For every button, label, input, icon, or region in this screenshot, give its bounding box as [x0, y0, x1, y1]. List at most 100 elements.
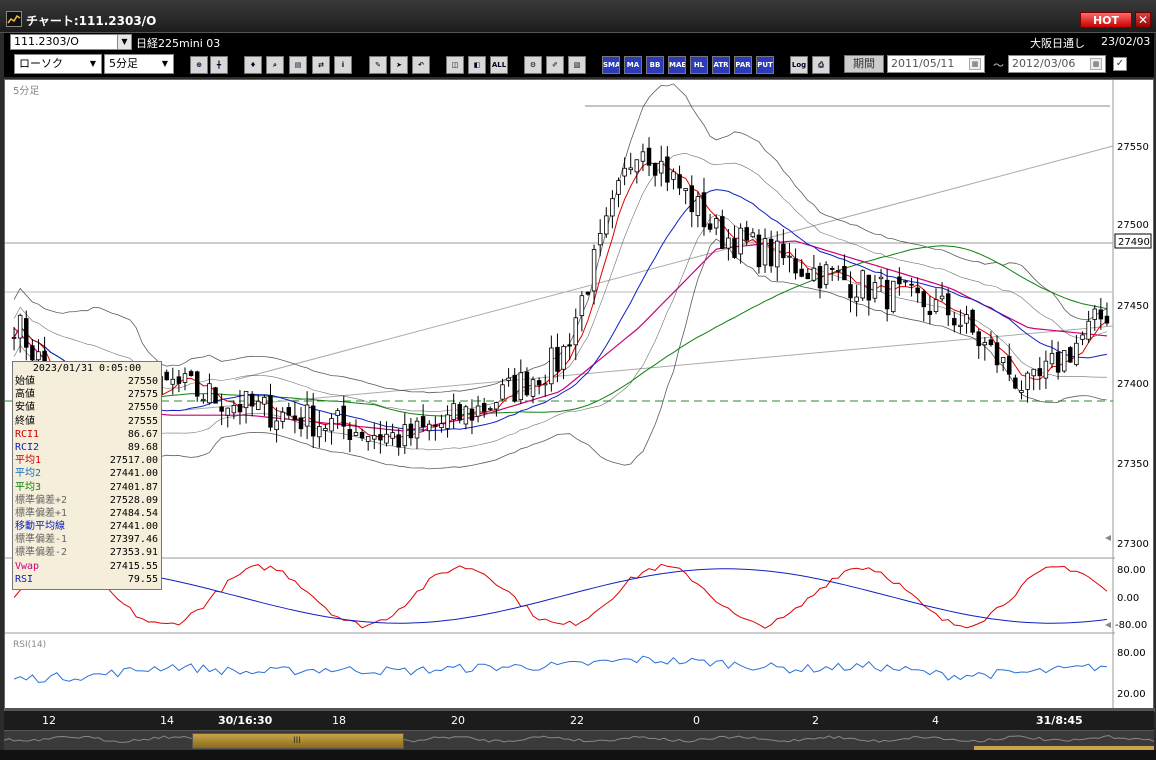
paint-icon[interactable]: ✐: [546, 56, 564, 74]
sma-button[interactable]: SMA: [602, 56, 620, 74]
calendar-icon[interactable]: ▦: [1090, 58, 1102, 70]
candle-body: [1074, 342, 1079, 365]
candle-body: [744, 227, 749, 241]
x-tick-label: 14: [160, 714, 174, 727]
candle-body: [805, 272, 811, 280]
candle-body: [976, 331, 981, 347]
put-button[interactable]: PUT: [756, 56, 774, 74]
calendar-icon[interactable]: ▦: [969, 58, 981, 70]
rci2-line: [14, 568, 1107, 624]
date-from-field[interactable]: 2011/05/11 ▦: [887, 55, 985, 73]
candle-body: [573, 317, 578, 346]
chevron-down-icon[interactable]: ▼: [86, 56, 100, 72]
bollinger-lower-1: [13, 214, 1107, 451]
scrollbar-preview-line: [4, 734, 1154, 743]
rsi-line: [13, 655, 1107, 683]
candle-body: [823, 264, 829, 285]
mae-button[interactable]: MAE: [668, 56, 686, 74]
title-bar: チャート:111.2303/O HOT ✕: [0, 0, 1156, 33]
info-row-value: 79.55: [127, 573, 158, 585]
info-row: 平均1 27517.00: [13, 454, 161, 467]
candle-body: [256, 400, 261, 410]
info-row-value: 27555: [127, 415, 158, 427]
table-icon[interactable]: ▤: [289, 56, 307, 74]
x-tick-label: 31/8:45: [1036, 714, 1083, 727]
search-icon[interactable]: ⌕: [266, 56, 284, 74]
compare-icon[interactable]: ⇄: [312, 56, 330, 74]
info-row-label: 標準偏差+1: [15, 507, 68, 519]
x-tick-label: 4: [932, 714, 939, 727]
candle-body: [310, 405, 316, 437]
x-tick-label: 2: [812, 714, 819, 727]
chart-canvas[interactable]: 5分足 RSI(14) 27550 27500 27450 27400 2735…: [5, 80, 1155, 712]
candle-body: [994, 342, 1000, 366]
interval-value: 5分足: [109, 57, 138, 70]
candle-body: [958, 324, 963, 327]
candle-body: [488, 408, 493, 410]
scrollbar-thumb[interactable]: III: [192, 733, 404, 749]
candle-body: [1031, 368, 1036, 377]
osc-label: 0.00: [1117, 593, 1139, 604]
candle-body: [11, 337, 17, 339]
cursor-icon[interactable]: ➤: [390, 56, 408, 74]
scroll-arrow-icon[interactable]: [1105, 535, 1111, 541]
interval-select[interactable]: 5分足 ▼: [104, 54, 174, 74]
color-icon[interactable]: ▧: [568, 56, 586, 74]
candle-body: [732, 238, 737, 258]
time-scrollbar[interactable]: III: [4, 730, 1154, 751]
hot-button[interactable]: HOT: [1080, 12, 1132, 28]
candle-body: [561, 346, 566, 370]
candle-body: [848, 284, 853, 299]
marker-icon[interactable]: ♦: [244, 56, 262, 74]
bollinger-upper-1: [13, 152, 1107, 413]
date-to-field[interactable]: 2012/03/06 ▦: [1008, 55, 1106, 73]
all-button[interactable]: ALL: [490, 56, 508, 74]
bar-icon[interactable]: ◧: [468, 56, 486, 74]
candle-body: [567, 344, 572, 347]
candle-body: [738, 227, 743, 255]
pen-icon[interactable]: ✎: [369, 56, 387, 74]
chevron-down-icon[interactable]: ▼: [158, 56, 172, 72]
chart-area[interactable]: 5分足 RSI(14) 27550 27500 27450 27400 2735…: [4, 79, 1155, 712]
candle-body: [365, 435, 371, 442]
rsi-label: 80.00: [1117, 648, 1146, 659]
hl-button[interactable]: HL: [690, 56, 708, 74]
atr-button[interactable]: ATR: [712, 56, 730, 74]
chevron-down-icon[interactable]: ▼: [117, 35, 131, 49]
ma-button[interactable]: MA: [624, 56, 642, 74]
x-tick-label: 22: [570, 714, 584, 727]
candle-body: [188, 371, 194, 377]
candle-body: [903, 280, 908, 283]
info-row-value: 27415.55: [109, 560, 158, 572]
period-button[interactable]: 期間: [844, 55, 884, 73]
zoom-icon[interactable]: ⊕: [190, 56, 208, 74]
symbol-select[interactable]: 111.2303/O ▼: [10, 34, 132, 50]
info-icon[interactable]: i: [334, 56, 352, 74]
candle-body: [304, 404, 310, 427]
par-button[interactable]: PAR: [734, 56, 752, 74]
chart-type-select[interactable]: ローソク ▼: [14, 54, 102, 74]
settings-icon[interactable]: ⚙: [524, 56, 542, 74]
candle-body: [720, 216, 725, 249]
crosshair-icon[interactable]: ╋: [210, 56, 228, 74]
moving-averages: [13, 162, 1108, 440]
candle-body: [860, 270, 865, 299]
close-button[interactable]: ✕: [1135, 12, 1151, 28]
candle-body: [390, 432, 395, 439]
info-row-label: 移動平均線: [15, 521, 65, 533]
period-checkbox[interactable]: ✓: [1113, 57, 1127, 71]
candle-body: [231, 404, 237, 414]
print-icon[interactable]: ⎙: [812, 56, 830, 74]
undo-icon[interactable]: ↶: [412, 56, 430, 74]
info-row: 標準偏差+2 27528.09: [13, 494, 161, 507]
log-button[interactable]: Log: [790, 56, 808, 74]
bb-button[interactable]: BB: [646, 56, 664, 74]
candle-body: [652, 162, 658, 176]
symbol-info-row: 111.2303/O ▼ 日経225mini 03 大阪日通し 23/02/03: [4, 33, 1154, 51]
candle-body: [927, 310, 933, 315]
candle-body: [1098, 309, 1104, 320]
info-row-label: RCI1: [15, 428, 40, 440]
candle-icon[interactable]: ◫: [446, 56, 464, 74]
product-name: 日経225mini 03: [136, 37, 221, 50]
scroll-arrow-icon[interactable]: [1105, 622, 1111, 628]
